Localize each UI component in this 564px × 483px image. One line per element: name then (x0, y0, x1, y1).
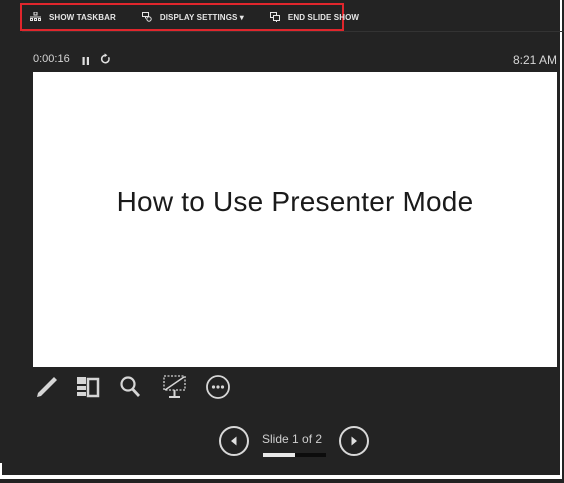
current-time: 8:21 AM (513, 53, 558, 67)
zoom-icon (120, 376, 141, 397)
reset-timer-icon[interactable] (100, 52, 111, 70)
elapsed-timer: 0:00:16 (33, 53, 70, 65)
pen-icon (37, 377, 57, 397)
zoom-button[interactable] (117, 374, 143, 400)
more-options-button[interactable] (205, 374, 231, 400)
slide-progress-bar (263, 453, 326, 457)
slide-progress-fill (263, 453, 295, 457)
pen-tool-button[interactable] (34, 374, 60, 400)
end-show-icon (269, 12, 280, 22)
current-slide: How to Use Presenter Mode (33, 72, 557, 367)
taskbar-icon (30, 12, 41, 21)
chevron-right-icon (351, 436, 357, 446)
slide-title: How to Use Presenter Mode (116, 185, 474, 217)
presenter-toolbar: SHOW TASKBAR DISPLAY SETTINGS ▾ END SLID… (20, 3, 359, 31)
chevron-left-icon (231, 436, 237, 446)
see-all-slides-icon (77, 377, 100, 398)
pause-icon[interactable] (82, 53, 90, 71)
next-slide-button[interactable] (339, 426, 369, 456)
window-edge (0, 463, 2, 479)
black-screen-icon (163, 375, 186, 398)
more-options-icon (206, 375, 230, 399)
show-taskbar-button[interactable]: SHOW TASKBAR (30, 12, 116, 22)
show-taskbar-label: SHOW TASKBAR (49, 12, 116, 22)
toolbar-divider (22, 31, 564, 32)
black-screen-button[interactable] (161, 374, 189, 400)
previous-slide-button[interactable] (219, 426, 249, 456)
end-slide-show-label: END SLIDE SHOW (287, 12, 360, 22)
slide-counter[interactable]: Slide 1 of 2 (262, 432, 322, 446)
display-settings-label: DISPLAY SETTINGS ▾ (159, 12, 244, 22)
display-settings-icon (141, 12, 152, 22)
see-all-slides-button[interactable] (75, 374, 101, 400)
end-slide-show-button[interactable]: END SLIDE SHOW (269, 12, 360, 22)
display-settings-button[interactable]: DISPLAY SETTINGS ▾ (141, 12, 244, 22)
